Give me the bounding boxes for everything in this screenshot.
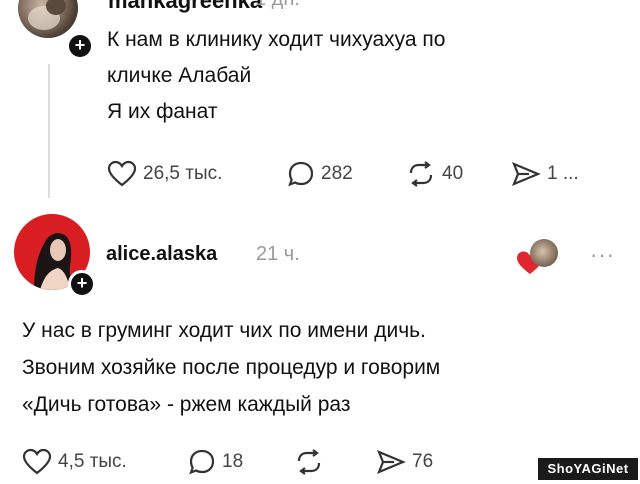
comment-icon xyxy=(189,449,215,475)
like-button[interactable]: 4,5 тыс. xyxy=(22,448,127,476)
liker-avatar[interactable] xyxy=(530,239,558,267)
post-time: 21 ч. xyxy=(256,243,300,265)
post-text-line: кличке Алабай xyxy=(107,64,252,87)
post-text-line: Я их фанат xyxy=(107,100,218,123)
reply-count: 282 xyxy=(321,163,353,184)
post-text-line: Звоним хозяйке после процедур и говорим xyxy=(22,356,441,379)
repost-button[interactable] xyxy=(294,448,330,476)
avatar-image xyxy=(28,0,66,30)
watermark: ShoYAGiNet xyxy=(538,458,638,480)
like-count: 26,5 тыс. xyxy=(143,163,223,184)
like-count: 4,5 тыс. xyxy=(58,451,127,472)
share-button[interactable]: 1 ... xyxy=(511,160,579,188)
post-text-line: У нас в груминг ходит чих по имени дичь. xyxy=(22,319,426,342)
share-count: 1 ... xyxy=(547,163,579,184)
post-text-line: К нам в клинику ходит чихуахуа по xyxy=(107,28,446,51)
share-icon xyxy=(377,449,406,475)
thread-line xyxy=(48,64,50,198)
more-options-icon[interactable]: ··· xyxy=(590,242,615,268)
follow-plus-icon[interactable]: + xyxy=(66,32,94,60)
repost-button[interactable]: 40 xyxy=(406,160,463,188)
reply-button[interactable]: 18 xyxy=(188,448,243,476)
share-icon xyxy=(512,161,541,187)
follow-plus-icon[interactable]: + xyxy=(68,270,96,298)
heart-icon xyxy=(22,448,52,475)
repost-icon xyxy=(409,161,433,187)
repost-icon xyxy=(297,449,321,475)
post-text-line: «Дичь готова» - ржем каждый раз xyxy=(22,393,351,416)
comment-icon xyxy=(288,161,314,187)
username[interactable]: alice.alaska xyxy=(106,243,217,266)
share-button[interactable]: 76 xyxy=(376,448,433,476)
post-text: У нас в груминг ходит чих по имени дичь.… xyxy=(22,312,622,423)
share-count: 76 xyxy=(412,451,434,472)
post-time: 1 дн. xyxy=(255,0,300,11)
post-text: К нам в клинику ходит чихуахуа по кличке… xyxy=(107,22,577,130)
reply-count: 18 xyxy=(222,451,244,472)
heart-icon xyxy=(107,160,137,187)
avatar[interactable] xyxy=(18,0,78,38)
like-button[interactable]: 26,5 тыс. xyxy=(107,160,222,188)
username[interactable]: mankagreenka xyxy=(108,0,262,14)
repost-count: 40 xyxy=(442,163,464,184)
reply-button[interactable]: 282 xyxy=(287,160,353,188)
